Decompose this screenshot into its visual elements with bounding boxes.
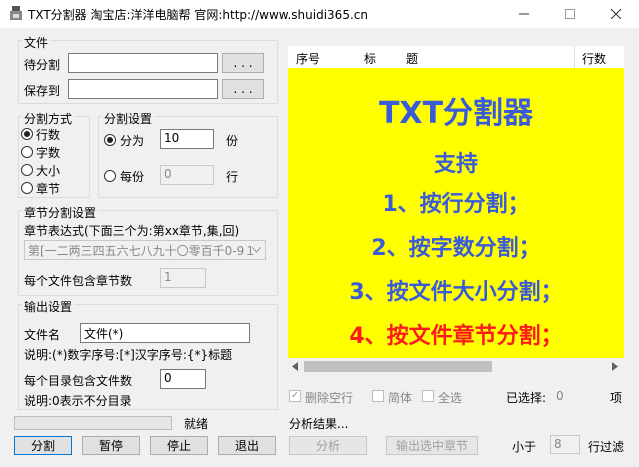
source-file-input[interactable] [68, 53, 218, 73]
mode-chars-radio[interactable] [21, 146, 33, 158]
divide-radio[interactable] [104, 134, 116, 146]
files-per-dir-input[interactable]: 0 [160, 369, 206, 389]
split-settings-legend: 分割设置 [102, 110, 155, 127]
list-header: 序号 标 题 行数 [288, 46, 624, 69]
app-icon [10, 6, 22, 20]
mode-size-label: 大小 [36, 164, 61, 178]
filename-input[interactable]: 文件(*) [80, 323, 250, 343]
remove-empty-checkbox[interactable]: ✓ [289, 390, 301, 402]
save-label: 保存到 [24, 84, 61, 98]
mode-size-radio[interactable] [21, 164, 33, 176]
maximize-icon [565, 9, 575, 19]
select-all-checkbox[interactable] [422, 390, 434, 402]
each-unit: 行 [226, 170, 239, 184]
selected-count: 0 [556, 389, 564, 403]
progress-bar [14, 416, 172, 430]
horizontal-scrollbar[interactable] [288, 358, 624, 375]
filename-hint: 说明:(*)数字序号:[*]汉字序号:{*}标题 [24, 348, 233, 362]
divide-label: 分为 [120, 134, 145, 148]
window-title: TXT分割器 淘宝店:洋洋电脑帮 官网:http://www.shuidi365… [28, 8, 368, 22]
minimize-icon [519, 13, 529, 15]
each-label: 每份 [120, 170, 145, 184]
simplified-checkbox[interactable] [372, 390, 384, 402]
select-all-label: 全选 [438, 391, 463, 405]
scroll-thumb[interactable] [304, 361, 492, 372]
each-radio[interactable] [104, 170, 116, 182]
remove-empty-label: 删除空行 [305, 391, 354, 405]
divide-count-input[interactable]: 10 [160, 129, 214, 149]
promo-area: TXT分割器 支持 1、按行分割； 2、按字数分割； 3、按文件大小分割； 4、… [288, 68, 624, 358]
maximize-button[interactable] [547, 0, 593, 28]
export-selected-button[interactable]: 输出选中章节 [386, 436, 478, 455]
col-title-2[interactable]: 题 [406, 50, 418, 67]
status-text: 就绪 [184, 417, 209, 431]
promo-line-2: 2、按字数分割； [371, 236, 541, 261]
promo-line-3: 3、按文件大小分割； [349, 280, 563, 305]
file-group-legend: 文件 [22, 34, 51, 51]
browse-save-button[interactable]: . . . [222, 79, 264, 99]
analysis-result: 分析结果... [289, 417, 349, 431]
col-index[interactable]: 序号 [296, 50, 320, 67]
promo-line-1: 1、按行分割； [382, 192, 530, 217]
promo-title: TXT分割器 [378, 96, 534, 131]
scroll-left-icon [292, 362, 298, 371]
col-lines[interactable]: 行数 [582, 50, 606, 67]
mode-lines-label: 行数 [36, 128, 61, 142]
col-divider [574, 46, 575, 68]
chapters-per-file-label: 每个文件包含章节数 [24, 274, 133, 288]
promo-line-4: 4、按文件章节分割； [349, 324, 563, 349]
vertical-scrollbar[interactable] [624, 46, 637, 358]
col-title-1[interactable]: 标 [364, 50, 376, 67]
filename-label: 文件名 [24, 328, 61, 342]
output-settings-legend: 输出设置 [22, 298, 75, 315]
simplified-label: 简体 [388, 391, 413, 405]
exit-button[interactable]: 退出 [218, 436, 276, 455]
scroll-right-icon [612, 362, 618, 371]
selected-label: 已选择: [506, 391, 547, 405]
chapter-expr-label: 章节表达式(下面三个为:第xx章节,集,回) [24, 224, 240, 238]
mode-chars-label: 字数 [36, 146, 61, 160]
chapter-expr-value: 第[一二两三四五六七八九十〇零百千0-9１ [28, 244, 257, 258]
close-button[interactable] [593, 0, 639, 28]
pause-button[interactable]: 暂停 [82, 436, 140, 455]
save-path-input[interactable] [68, 79, 218, 99]
divide-unit: 份 [226, 134, 239, 148]
chevron-down-icon [252, 247, 261, 253]
split-mode-legend: 分割方式 [22, 110, 75, 127]
stop-button[interactable]: 停止 [150, 436, 208, 455]
selected-unit: 项 [610, 391, 623, 405]
mode-chapter-radio[interactable] [21, 182, 33, 194]
minimize-button[interactable] [501, 0, 547, 28]
filter-lines-label: 行过滤 [588, 440, 625, 454]
browse-source-button[interactable]: . . . [222, 53, 264, 73]
close-icon [611, 9, 621, 19]
chapters-per-file-input[interactable]: 1 [160, 268, 206, 288]
chapter-expr-select[interactable]: 第[一二两三四五六七八九十〇零百千0-9１ [24, 240, 266, 260]
less-than-label: 小于 [512, 440, 537, 454]
mode-lines-radio[interactable] [21, 128, 33, 140]
filter-lines-input[interactable]: 8 [550, 435, 580, 454]
split-button[interactable]: 分割 [14, 436, 72, 455]
each-count-input[interactable]: 0 [160, 165, 214, 185]
files-per-dir-label: 每个目录包含文件数 [24, 374, 133, 388]
source-label: 待分割 [24, 58, 61, 72]
mode-chapter-label: 章节 [36, 182, 61, 196]
analyze-button[interactable]: 分析 [289, 436, 367, 455]
promo-subtitle: 支持 [433, 152, 478, 177]
chapter-settings-legend: 章节分割设置 [22, 204, 99, 221]
files-per-dir-hint: 说明:0表示不分目录 [24, 394, 132, 408]
